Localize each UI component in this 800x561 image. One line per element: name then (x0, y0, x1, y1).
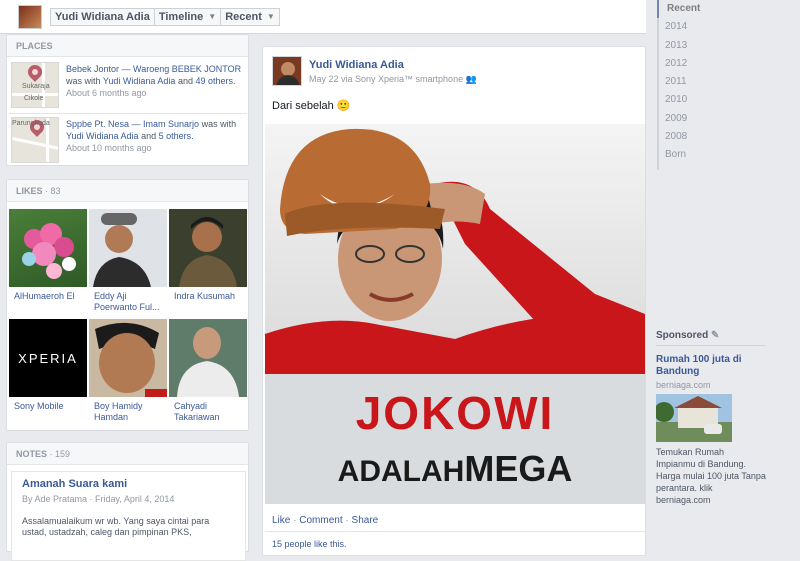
year-2009[interactable]: 2009 (659, 110, 737, 128)
flower-image (22, 223, 76, 279)
like-button[interactable]: Like (272, 515, 290, 526)
places-header: PLACES (7, 35, 248, 57)
chevron-down-icon: ▼ (208, 12, 217, 21)
place-description: Sppbe Pt. Nesa — Imam Sunarjo was with Y… (66, 119, 237, 153)
like-tile[interactable]: Eddy Aji Poerwanto Ful... (89, 209, 167, 317)
share-button[interactable]: Share (352, 515, 379, 526)
year-2013[interactable]: 2013 (659, 37, 737, 55)
notes-header: NOTES · 159 (7, 443, 248, 465)
likes-header: LIKES · 83 (7, 180, 248, 202)
person-photo (93, 213, 151, 287)
place-link[interactable]: Sppbe Pt. Nesa — Imam Sunarjo (66, 119, 199, 129)
like-label[interactable]: Sony Mobile (14, 401, 86, 412)
map-thumbnail[interactable]: Parungkuda (11, 117, 59, 163)
sponsored-header: Sponsored ✎ (656, 330, 766, 346)
year-2011[interactable]: 2011 (659, 73, 737, 91)
person-link[interactable]: Yudi Widiana Adia (66, 131, 139, 141)
note-title[interactable]: Amanah Suara kami (22, 478, 235, 490)
note-body: Assalamualaikum wr wb. Yang saya cintai … (22, 516, 210, 537)
poster-headline: JOKOWI (355, 387, 555, 439)
author-avatar[interactable] (272, 56, 302, 86)
year-2012[interactable]: 2012 (659, 55, 737, 73)
page-thumbnail[interactable] (89, 209, 167, 287)
breadcrumb: Yudi Widiana Adia Timeline ▼ Recent ▼ (50, 8, 280, 26)
ad-image[interactable] (656, 394, 732, 442)
page-thumbnail[interactable] (169, 209, 247, 287)
like-label[interactable]: AlHumaeroh El (14, 291, 86, 302)
page-thumbnail[interactable]: XPERIA (9, 319, 87, 397)
xperia-logo: XPERIA (18, 351, 78, 366)
page-thumbnail[interactable] (89, 319, 167, 397)
like-tile[interactable]: XPERIA Sony Mobile (9, 319, 87, 427)
like-label[interactable]: Eddy Aji Poerwanto Ful... (94, 291, 166, 313)
like-tile[interactable]: AlHumaeroh El (9, 209, 87, 317)
poster-image (265, 124, 645, 504)
map-thumbnail[interactable]: Sukaraja Cikole (11, 62, 59, 108)
year-2008[interactable]: 2008 (659, 128, 737, 146)
place-link[interactable]: Bebek Jontor — Waroeng BEBEK JONTOR (66, 64, 241, 74)
comment-button[interactable]: Comment (299, 515, 342, 526)
note-meta: By Ade Pratama · Friday, April 4, 2014 (22, 494, 175, 504)
year-2010[interactable]: 2010 (659, 91, 737, 109)
like-tile[interactable]: Indra Kusumah (169, 209, 247, 317)
like-tile[interactable]: Cahyadi Takariawan (169, 319, 247, 427)
person-link[interactable]: Yudi Widiana Adia (103, 76, 176, 86)
edit-icon[interactable]: ✎ (711, 330, 719, 341)
ad-title[interactable]: Rumah 100 juta di Bandung (656, 354, 766, 378)
likes-box: LIKES · 83 AlHumaeroh El Eddy Aji Poerwa… (6, 179, 249, 431)
profile-name-button[interactable]: Yudi Widiana Adia (50, 8, 155, 26)
year-navigation: Recent 2014 2013 2012 2011 2010 2009 200… (657, 0, 737, 170)
note-item[interactable]: Amanah Suara kami By Ade Pratama · Frida… (11, 471, 246, 561)
like-tile[interactable]: Boy Hamidy Hamdan (89, 319, 167, 427)
page-thumbnail[interactable] (9, 209, 87, 287)
profile-avatar[interactable] (18, 5, 42, 29)
post-photo[interactable]: JOKOWI ADALAHMEGA (265, 124, 645, 504)
ad-body: Temukan Rumah Impianmu di Bandung. Harga… (656, 447, 766, 505)
sponsored-section: Sponsored ✎ Rumah 100 juta di Bandung be… (656, 330, 766, 506)
ad-domain[interactable]: berniaga.com (656, 380, 766, 390)
timestamp: About 10 months ago (66, 143, 152, 153)
timeline-post: Yudi Widiana Adia May 22 via Sony Xperia… (262, 46, 646, 556)
place-description: Bebek Jontor — Waroeng BEBEK JONTOR was … (66, 64, 242, 98)
timeline-dropdown[interactable]: Timeline ▼ (153, 8, 222, 26)
year-born[interactable]: Born (659, 146, 737, 164)
page-thumbnail[interactable] (169, 319, 247, 397)
person-photo (95, 322, 167, 397)
person-photo (179, 217, 237, 287)
friends-icon: 👥 (465, 74, 477, 84)
place-item[interactable]: Sukaraja Cikole Bebek Jontor — Waroeng B… (9, 62, 245, 110)
timestamp: About 6 months ago (66, 88, 147, 98)
place-item[interactable]: Parungkuda Sppbe Pt. Nesa — Imam Sunarjo… (9, 117, 245, 165)
timeline-nav-bar: Yudi Widiana Adia Timeline ▼ Recent ▼ (0, 0, 646, 34)
post-actions: Like · Comment · Share (272, 515, 379, 526)
notes-box: NOTES · 159 Amanah Suara kami By Ade Pra… (6, 442, 249, 561)
like-label[interactable]: Cahyadi Takariawan (174, 401, 246, 423)
year-recent[interactable]: Recent (657, 0, 737, 19)
person-photo (177, 327, 239, 397)
others-link[interactable]: 5 others. (159, 131, 194, 141)
others-link[interactable]: 49 others. (195, 76, 235, 86)
like-label[interactable]: Boy Hamidy Hamdan (94, 401, 166, 423)
post-meta: May 22 via Sony Xperia™ smartphone 👥 (309, 74, 477, 84)
recent-dropdown[interactable]: Recent ▼ (220, 8, 280, 26)
poster-subline: ADALAHMEGA (337, 448, 573, 489)
like-count-link[interactable]: 15 people like this. (272, 539, 347, 549)
post-text: Dari sebelah 🙂 (272, 100, 351, 112)
places-box: PLACES Sukaraja Cikole Bebek Jontor — Wa… (6, 34, 249, 166)
author-name[interactable]: Yudi Widiana Adia (309, 59, 404, 71)
year-2014[interactable]: 2014 (659, 18, 737, 36)
chevron-down-icon: ▼ (266, 12, 275, 21)
like-label[interactable]: Indra Kusumah (174, 291, 246, 302)
